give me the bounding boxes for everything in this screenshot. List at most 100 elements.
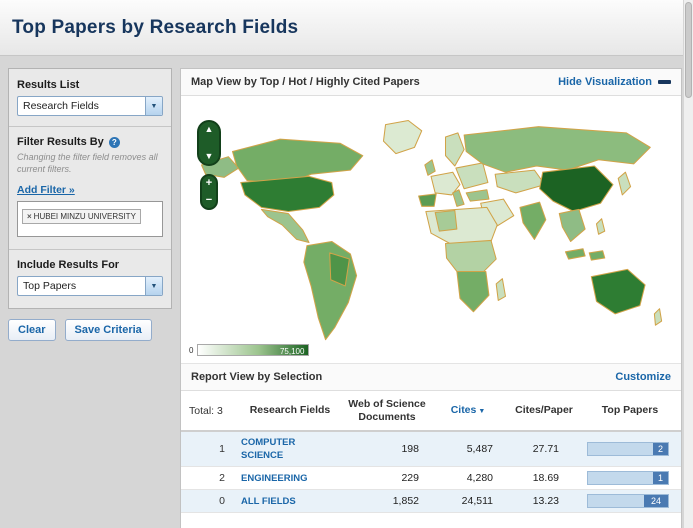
results-list-select[interactable]: Research Fields ▼ [17, 96, 163, 116]
report-table: Total: 3 Research Fields Web of Science … [181, 391, 681, 513]
divider [9, 249, 171, 251]
report-section-header: Report View by Selection Customize [181, 364, 681, 391]
world-map[interactable] [187, 108, 673, 346]
field-link[interactable]: ENGINEERING [241, 473, 308, 484]
sort-desc-icon: ▼ [478, 408, 486, 416]
map-region-australia[interactable] [590, 268, 646, 315]
include-results-select[interactable]: Top Papers ▼ [17, 276, 163, 297]
legend-gradient-bar: 75,100 [197, 344, 310, 356]
map-region-se-asia[interactable] [558, 208, 586, 242]
cites-cell: 24,511 [461, 494, 493, 507]
documents-cell: 198 [401, 443, 419, 456]
zoom-out-icon[interactable]: − [206, 195, 212, 206]
zoom-in-icon[interactable]: + [206, 178, 212, 189]
scrollbar-thumb[interactable] [685, 2, 692, 98]
rank-cell: 0 [219, 494, 225, 507]
top-papers-value: 1 [652, 471, 668, 484]
pan-up-icon[interactable]: ▲ [205, 125, 214, 134]
chevron-down-icon[interactable]: ▼ [145, 277, 162, 296]
legend-max-label: 75,100 [279, 346, 305, 356]
rank-cell: 1 [219, 443, 225, 456]
map-region-new-zealand[interactable] [653, 308, 663, 326]
cites-cell: 4,280 [466, 471, 493, 484]
cites-per-paper-cell: 18.69 [532, 471, 559, 484]
top-papers-bar: 1 [587, 470, 669, 485]
map-pan-control[interactable]: ▲ ▼ [197, 120, 221, 166]
sidebar: Results List Research Fields ▼ Filter Re… [8, 68, 172, 342]
filter-note: Changing the filter field removes all cu… [17, 152, 158, 174]
map-region-japan[interactable] [617, 171, 632, 196]
table-row: 0 ALL FIELDS 1,852 24,511 13.23 24 [181, 489, 681, 513]
filter-by-label: Filter Results By [17, 136, 104, 148]
add-filter-link[interactable]: Add Filter » [17, 184, 75, 196]
map-region-mexico[interactable] [260, 208, 310, 244]
map-region-brazil[interactable] [329, 252, 350, 287]
report-section-title: Report View by Selection [191, 371, 323, 383]
help-icon[interactable]: ? [108, 136, 120, 148]
top-papers-value: 2 [652, 443, 668, 456]
map-region-indonesia-west[interactable] [564, 248, 586, 260]
map-region-philippines[interactable] [595, 218, 606, 235]
page-header: Top Papers by Research Fields [0, 0, 683, 56]
results-list-value: Research Fields [23, 100, 99, 112]
filter-tag-box: × HUBEI MINZU UNIVERSITY [17, 201, 163, 238]
top-papers-bar: 24 [587, 493, 669, 508]
map-region-italy[interactable] [452, 189, 465, 207]
column-header-research-fields[interactable]: Research Fields [241, 404, 339, 417]
map-region-spain[interactable] [418, 193, 437, 207]
map-region-central-asia[interactable] [494, 169, 546, 194]
documents-cell: 1,852 [392, 494, 419, 507]
chevron-down-icon[interactable]: ▼ [145, 97, 162, 115]
map-view[interactable]: ▲ ▼ + − 0 75,100 [181, 96, 681, 364]
table-row: 1 COMPUTER SCIENCE 198 5,487 27.71 2 [181, 432, 681, 467]
column-header-cites[interactable]: Cites ▼ [435, 404, 501, 417]
table-header-row: Total: 3 Research Fields Web of Science … [181, 391, 681, 433]
map-zoom-control[interactable]: + − [200, 174, 218, 210]
pan-down-icon[interactable]: ▼ [205, 152, 214, 161]
map-region-scandinavia[interactable] [444, 132, 465, 167]
map-region-russia[interactable] [463, 126, 651, 173]
vertical-scrollbar[interactable] [683, 0, 693, 528]
hide-visualization-link[interactable]: Hide Visualization [558, 76, 652, 88]
cites-cell: 5,487 [466, 443, 493, 456]
collapse-icon[interactable] [658, 80, 671, 84]
sidebar-panel: Results List Research Fields ▼ Filter Re… [8, 68, 172, 310]
rank-cell: 2 [219, 471, 225, 484]
save-criteria-button[interactable]: Save Criteria [64, 319, 152, 342]
clear-button[interactable]: Clear [8, 319, 56, 342]
total-count: Total: 3 [189, 404, 223, 417]
map-region-turkey[interactable] [465, 189, 490, 202]
top-papers-value: 24 [643, 494, 668, 507]
table-row: 2 ENGINEERING 229 4,280 18.69 1 [181, 467, 681, 490]
map-region-algeria[interactable] [434, 209, 458, 232]
include-results-value: Top Papers [23, 280, 77, 293]
map-section-title: Map View by Top / Hot / Highly Cited Pap… [191, 76, 420, 88]
map-region-india[interactable] [519, 201, 547, 240]
field-link[interactable]: ALL FIELDS [241, 496, 296, 507]
map-region-usa[interactable] [240, 175, 335, 213]
results-list-label: Results List [17, 79, 80, 91]
map-region-east-europe[interactable] [455, 162, 489, 190]
remove-filter-icon[interactable]: × [27, 212, 32, 221]
filter-tag-label: HUBEI MINZU UNIVERSITY [33, 212, 136, 222]
map-region-southern-africa[interactable] [456, 270, 490, 313]
legend-min-label: 0 [189, 345, 194, 355]
map-region-greenland[interactable] [382, 119, 423, 155]
filter-tag[interactable]: × HUBEI MINZU UNIVERSITY [22, 209, 141, 225]
map-region-indonesia-east[interactable] [588, 250, 606, 261]
map-region-china[interactable] [539, 165, 614, 213]
map-region-central-africa[interactable] [444, 239, 497, 276]
column-header-top-papers[interactable]: Top Papers [587, 404, 673, 417]
customize-link[interactable]: Customize [615, 371, 671, 383]
map-region-madagascar[interactable] [495, 278, 507, 301]
map-region-uk[interactable] [424, 159, 436, 176]
include-results-label: Include Results For [17, 259, 120, 272]
field-link[interactable]: COMPUTER SCIENCE [241, 437, 295, 461]
column-header-documents[interactable]: Web of Science Documents [339, 398, 435, 423]
map-legend: 0 75,100 [189, 344, 310, 356]
column-header-cites-per-paper[interactable]: Cites/Paper [501, 404, 587, 417]
top-papers-bar: 2 [587, 442, 669, 457]
map-section-header: Map View by Top / Hot / Highly Cited Pap… [181, 69, 681, 96]
cites-per-paper-cell: 13.23 [532, 494, 559, 507]
cites-per-paper-cell: 27.71 [532, 443, 559, 456]
